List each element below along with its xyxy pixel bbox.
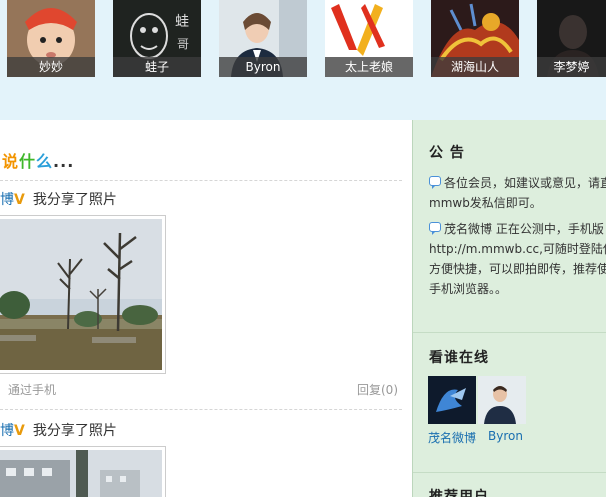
notice-line: 各位会员，如建议或意见，请直 — [429, 173, 606, 193]
comment-icon — [429, 176, 441, 189]
notice-line: 茂名微博 正在公测中，手机版 — [429, 219, 606, 239]
post-user-link[interactable]: 博 — [0, 192, 14, 208]
photo-image — [0, 450, 162, 497]
avatar-card[interactable]: Byron — [219, 0, 307, 77]
feed-heading: 说什么... — [2, 152, 75, 171]
notice-line: mmwb发私信即可。 — [429, 196, 542, 210]
reply-link[interactable]: 回复(0) — [357, 381, 398, 398]
avatar-name: 蛙子 — [113, 57, 201, 77]
online-user-link[interactable]: 茂名微博 — [428, 429, 476, 446]
notice-line: http://m.mmwb.cc,可随时登陆使 — [429, 242, 606, 256]
notice-body: 各位会员，如建议或意见，请直 mmwb发私信即可。 茂名微博 正在公测中，手机版… — [429, 173, 606, 299]
avatar-row: 妙妙 蛙 哥 蛙子 Byron 太上老娘 湖海山人 李梦婷 — [0, 0, 606, 78]
avatar-card[interactable]: 蛙 哥 蛙子 — [113, 0, 201, 77]
notice-title: 公 告 — [429, 145, 465, 161]
verified-badge: V — [14, 423, 25, 439]
avatar-name: 李梦婷 — [537, 57, 606, 77]
post-photo[interactable] — [0, 215, 166, 374]
avatar-card[interactable]: 湖海山人 — [431, 0, 519, 77]
svg-text:蛙: 蛙 — [175, 14, 189, 30]
recommend-title: 推荐用户 — [429, 489, 489, 497]
online-user-link[interactable]: Byron — [488, 429, 523, 443]
avatar-name: 妙妙 — [7, 57, 95, 77]
online-avatar[interactable] — [478, 376, 526, 424]
online-title: 看谁在线 — [429, 350, 489, 366]
photo-image — [0, 219, 162, 370]
divider — [413, 332, 606, 333]
avatar-name: 湖海山人 — [431, 57, 519, 77]
right-sidebar: 公 告 各位会员，如建议或意见，请直 mmwb发私信即可。 茂名微博 正在公测中… — [412, 120, 606, 497]
post-header: 博V 我分享了照片 — [0, 191, 117, 209]
avatar-card[interactable]: 太上老娘 — [325, 0, 413, 77]
notice-line: 方便快捷，可以即拍即传，推荐使 — [429, 262, 606, 276]
feed-column: 说什么... 博V 我分享了照片 通过手机 回复(0) 博V 我分享了照片 — [0, 120, 412, 497]
divider — [413, 472, 606, 473]
top-user-strip: 妙妙 蛙 哥 蛙子 Byron 太上老娘 湖海山人 李梦婷 — [0, 0, 606, 120]
post-photo[interactable] — [0, 446, 166, 497]
avatar-card[interactable]: 妙妙 — [7, 0, 95, 77]
avatar-icon — [478, 376, 526, 424]
divider — [0, 409, 402, 410]
post-text: 我分享了照片 — [32, 423, 117, 439]
avatar-card[interactable]: 李梦婷 — [537, 0, 606, 77]
avatar-icon — [428, 376, 476, 424]
post-user-link[interactable]: 博 — [0, 423, 14, 439]
post-source: 通过手机 — [8, 383, 57, 397]
notice-line: 手机浏览器。。 — [429, 282, 508, 296]
verified-badge: V — [14, 192, 25, 208]
divider — [0, 180, 402, 181]
post-header: 博V 我分享了照片 — [0, 422, 117, 440]
post-text: 我分享了照片 — [32, 192, 117, 208]
avatar-name: Byron — [219, 57, 307, 77]
online-avatar[interactable] — [428, 376, 476, 424]
svg-text:哥: 哥 — [177, 37, 189, 51]
comment-icon — [429, 222, 441, 235]
avatar-name: 太上老娘 — [325, 57, 413, 77]
